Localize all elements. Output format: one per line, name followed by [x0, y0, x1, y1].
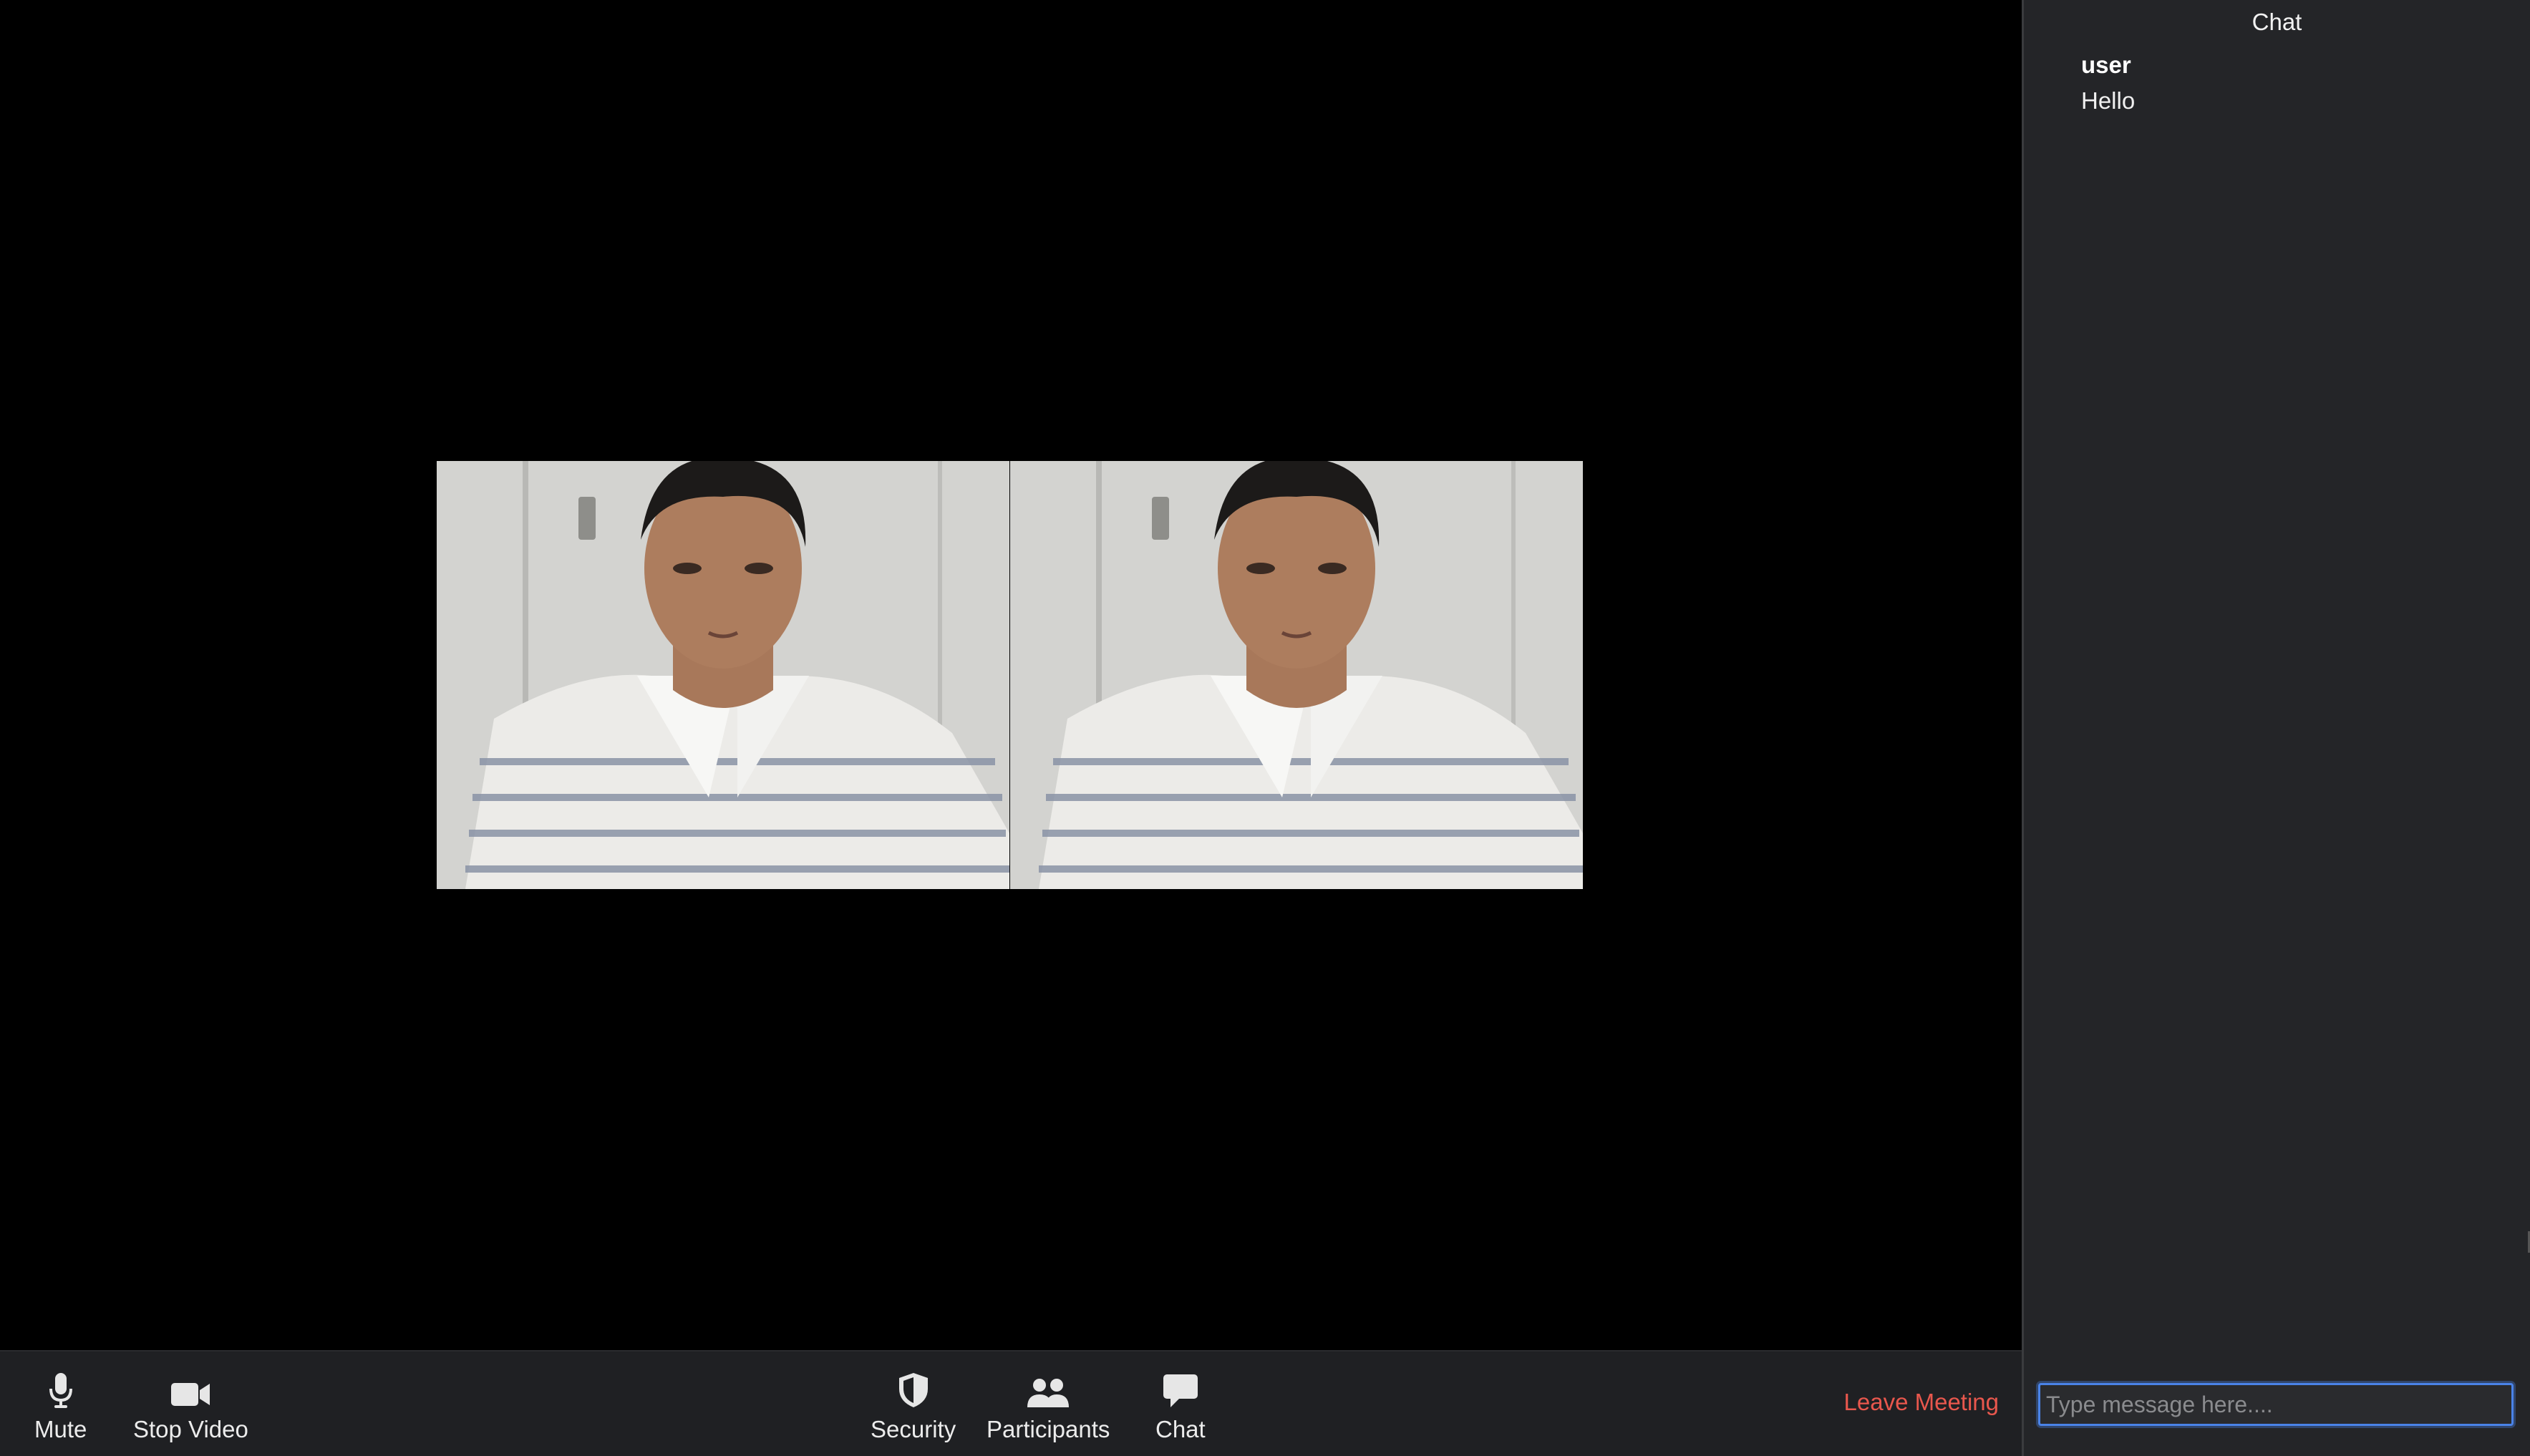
self-video-tile[interactable]: [1010, 461, 1583, 889]
participants-button[interactable]: Participants: [987, 1367, 1110, 1443]
mute-button[interactable]: Mute: [34, 1367, 87, 1443]
chat-label: Chat: [1155, 1416, 1206, 1442]
security-button[interactable]: Security: [871, 1367, 956, 1443]
mute-label: Mute: [34, 1416, 87, 1442]
meeting-toolbar: Mute Stop Video Security Participants Ch…: [0, 1350, 2022, 1456]
video-gallery: [437, 461, 1583, 889]
chat-panel-title: Chat: [2252, 9, 2302, 35]
stop-video-button[interactable]: Stop Video: [133, 1367, 248, 1443]
chat-message-text: Hello: [2081, 87, 2136, 114]
participant-video-frame: [437, 461, 1009, 889]
microphone-icon: [48, 1367, 74, 1409]
stop-video-label: Stop Video: [133, 1416, 248, 1442]
video-stage: [0, 0, 2022, 1350]
chat-message: user Hello: [2081, 52, 2135, 115]
chat-message-input[interactable]: [2038, 1383, 2514, 1426]
chat-panel: Chat user Hello: [2022, 0, 2530, 1456]
chat-message-sender: user: [2081, 52, 2131, 78]
chat-bubble-icon: [1162, 1367, 1199, 1409]
participants-label: Participants: [987, 1416, 1110, 1442]
participants-icon: [1026, 1367, 1070, 1409]
leave-meeting-button[interactable]: Leave Meeting: [1844, 1389, 1999, 1416]
participant-video-tile[interactable]: [437, 461, 1009, 889]
self-video-frame: [1010, 461, 1583, 889]
shield-icon: [897, 1367, 930, 1409]
chat-button[interactable]: Chat: [1155, 1367, 1206, 1443]
security-label: Security: [871, 1416, 956, 1442]
video-camera-icon: [170, 1367, 211, 1409]
